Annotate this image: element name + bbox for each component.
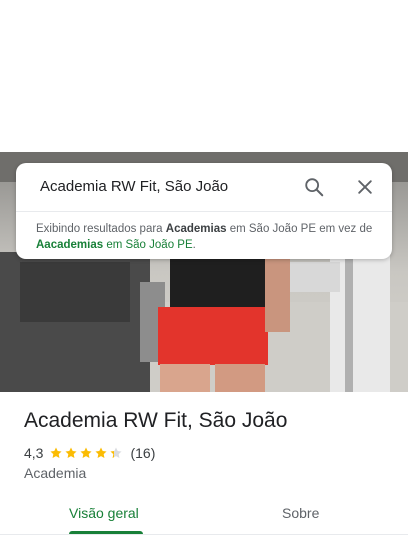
original-query-link-term[interactable]: Aacademias: [36, 239, 103, 251]
search-icon: [305, 178, 324, 197]
review-count[interactable]: (16): [130, 445, 155, 461]
tabs-divider: [0, 534, 408, 535]
hint-prefix: Exibindo resultados para: [36, 223, 166, 235]
star-icon: [110, 447, 123, 459]
rating-value: 4,3: [24, 445, 44, 461]
search-button[interactable]: [301, 174, 327, 200]
hint-end: .: [192, 239, 196, 251]
rating-stars: [49, 446, 124, 460]
search-card: Academia RW Fit, São João Exibindo resul…: [16, 163, 392, 259]
spelling-correction-notice: Exibindo resultados para Academias em Sã…: [36, 221, 376, 253]
close-button[interactable]: [352, 174, 378, 200]
rating-row[interactable]: 4,3 (16): [24, 444, 155, 462]
close-icon: [358, 180, 372, 194]
place-category[interactable]: Academia: [24, 465, 86, 481]
tab-overview[interactable]: Visão geral: [69, 505, 139, 521]
tab-about[interactable]: Sobre: [282, 505, 319, 521]
star-icon: [50, 447, 63, 459]
hint-corrected-term: Academias: [165, 223, 227, 235]
place-title: Academia RW Fit, São João: [24, 409, 288, 432]
original-query-link-location[interactable]: em São João PE: [103, 239, 192, 251]
search-bar[interactable]: Academia RW Fit, São João: [16, 163, 392, 211]
search-input[interactable]: Academia RW Fit, São João: [40, 178, 228, 195]
star-icon: [80, 447, 93, 459]
search-divider: [16, 211, 392, 212]
star-icon: [95, 447, 108, 459]
star-icon: [65, 447, 78, 459]
hint-middle: em São João PE em vez de: [226, 223, 373, 235]
